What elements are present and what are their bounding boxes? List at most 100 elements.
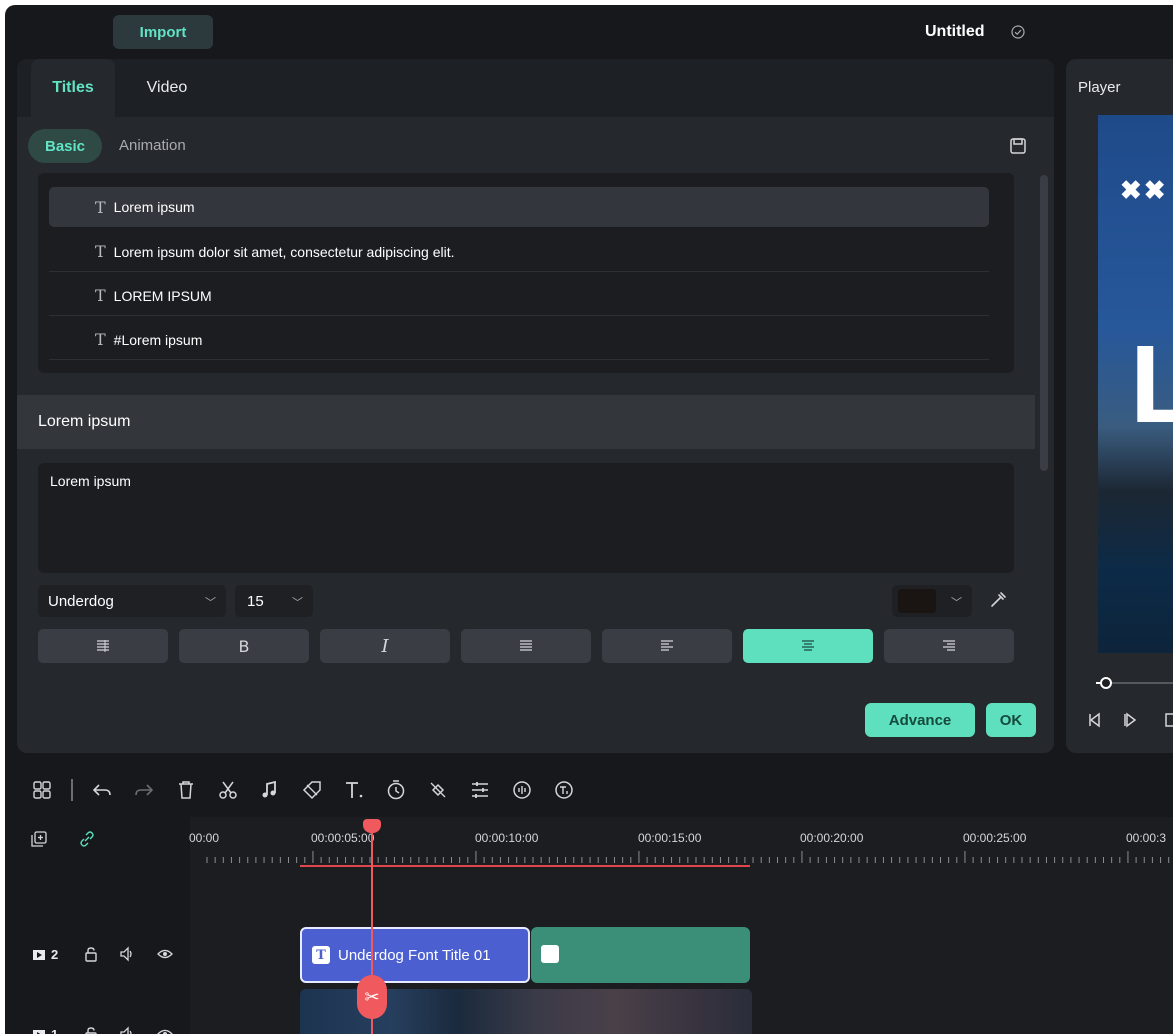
player-title: Player — [1078, 79, 1121, 96]
subtab-basic[interactable]: Basic — [28, 129, 102, 163]
preset-item[interactable]: T LOREM IPSUM — [49, 276, 989, 316]
panel-scrollbar[interactable] — [1040, 175, 1048, 471]
preset-item-label: Lorem ipsum — [113, 199, 195, 215]
timer-icon[interactable] — [385, 779, 407, 801]
player-panel: Player ✖✖ L — [1066, 59, 1173, 753]
layout-grid-icon[interactable] — [31, 779, 53, 801]
chevron-down-icon: ﹀ — [292, 597, 303, 609]
align-right-icon — [943, 640, 955, 651]
text-tool-icon[interactable] — [343, 779, 365, 801]
ruler-timecode: 00:00:15:00 — [638, 831, 702, 845]
track-number: 1 — [51, 1027, 58, 1034]
audio-icon[interactable] — [259, 779, 281, 801]
chevron-down-icon: ﹀ — [205, 597, 216, 609]
delete-icon[interactable] — [175, 779, 197, 801]
title-clip-icon: T — [312, 946, 330, 964]
advance-button[interactable]: Advance — [865, 703, 975, 737]
volume-icon[interactable] — [119, 946, 135, 962]
text-icon: T — [95, 286, 106, 305]
align-center-button[interactable] — [743, 629, 873, 663]
save-preset-icon[interactable] — [1009, 137, 1027, 155]
align-left-button[interactable] — [602, 629, 732, 663]
ruler-timecode: 00:00:3 — [1126, 831, 1167, 845]
undo-icon[interactable] — [91, 779, 113, 801]
align-right-button[interactable] — [884, 629, 1014, 663]
italic-button[interactable]: I — [320, 629, 450, 663]
bold-button[interactable]: B — [179, 629, 309, 663]
eye-icon[interactable] — [157, 1026, 173, 1034]
time-ruler-ticks[interactable] — [199, 851, 1173, 865]
font-dropdown[interactable]: Underdog ﹀ — [38, 585, 226, 617]
text-style-icon — [97, 640, 109, 652]
audio-effect-icon[interactable] — [511, 779, 533, 801]
lock-icon[interactable] — [83, 1026, 99, 1034]
eyedropper-icon[interactable] — [989, 591, 1007, 609]
title-clip-label: Underdog Font Title 01 — [338, 946, 491, 964]
ruler-timecode: 00:00:10:00 — [475, 831, 539, 845]
text-section-header[interactable]: Lorem ipsum — [17, 395, 1035, 449]
video-track-icon — [33, 1030, 45, 1034]
ruler-timecode: 00:00 — [189, 831, 220, 845]
preset-item[interactable]: T Lorem ipsum — [49, 187, 989, 227]
check-circle-icon — [1011, 25, 1025, 39]
redo-icon — [135, 784, 154, 796]
eye-icon[interactable] — [157, 946, 173, 962]
text-icon: T — [95, 197, 106, 217]
speech-to-text-icon[interactable] — [553, 779, 575, 801]
align-justify-icon — [520, 640, 532, 651]
next-frame-icon[interactable] — [1122, 711, 1140, 729]
tag-icon[interactable] — [301, 779, 323, 801]
keyframe-icon[interactable] — [427, 779, 449, 801]
volume-icon[interactable] — [119, 1026, 135, 1034]
preset-list: T Lorem ipsum T Lorem ipsum dolor sit am… — [38, 173, 1014, 373]
preset-item[interactable]: T Lorem ipsum dolor sit amet, consectetu… — [49, 232, 989, 272]
scissors-icon[interactable] — [217, 779, 239, 801]
track-headers: 2 1 — [5, 817, 190, 1034]
tab-titles[interactable]: Titles — [31, 59, 115, 117]
video-preview[interactable]: ✖✖ L — [1098, 115, 1173, 653]
playhead-handle[interactable] — [363, 819, 381, 833]
playback-scrubber-handle[interactable] — [1100, 677, 1112, 689]
link-icon[interactable] — [79, 831, 95, 847]
track-number: 2 — [51, 947, 59, 962]
preset-item-label: #Lorem ipsum — [113, 331, 203, 348]
color-dropdown[interactable]: ﹀ — [892, 585, 972, 617]
video-clip-icon — [541, 945, 559, 963]
previous-frame-icon[interactable] — [1086, 711, 1104, 729]
scissors-split-icon[interactable]: ✂ — [357, 975, 387, 1019]
lock-icon[interactable] — [83, 946, 99, 962]
preview-title-text: L — [1130, 323, 1173, 446]
preset-item-label: Lorem ipsum dolor sit amet, consectetur … — [113, 243, 455, 260]
timeline-toolbar — [5, 765, 1173, 817]
play-icon[interactable] — [1162, 711, 1173, 729]
project-title[interactable]: Untitled — [925, 23, 985, 41]
ruler-timecode: 00:00:25:00 — [963, 831, 1027, 845]
video-track-icon — [33, 950, 45, 960]
subtab-animation[interactable]: Animation — [119, 137, 186, 154]
adjust-sliders-icon[interactable] — [469, 779, 491, 801]
ruler-timecode: 00:00:05:00 — [311, 831, 375, 845]
title-text-input[interactable]: Lorem ipsum — [38, 463, 1014, 573]
preset-item[interactable]: T #Lorem ipsum — [49, 320, 989, 360]
title-edit-panel: Titles Video Basic Animation T Lorem ips… — [17, 59, 1054, 753]
preset-item-label: LOREM IPSUM — [113, 287, 212, 304]
selected-range-marker — [300, 865, 750, 867]
font-value: Underdog — [48, 592, 114, 610]
text-icon: T — [95, 242, 106, 261]
ok-button[interactable]: OK — [986, 703, 1036, 737]
font-size-value: 15 — [247, 592, 264, 610]
title-clip[interactable]: T Underdog Font Title 01 — [300, 927, 530, 983]
font-size-dropdown[interactable]: 15 ﹀ — [235, 585, 313, 617]
import-button[interactable]: Import — [113, 15, 213, 49]
align-left-icon — [661, 640, 673, 651]
video-clip[interactable] — [531, 927, 750, 983]
align-center-icon — [802, 640, 814, 651]
app-window: Import Untitled Titles Video Basic Anima… — [5, 5, 1173, 1034]
color-swatch — [898, 589, 936, 613]
tab-video[interactable]: Video — [127, 59, 207, 117]
preview-overlay-symbols: ✖✖ — [1120, 175, 1168, 205]
justify-button[interactable] — [461, 629, 591, 663]
add-track-icon[interactable] — [31, 831, 47, 847]
timeline[interactable]: 2 1 — [5, 817, 1173, 1034]
text-style-button[interactable] — [38, 629, 168, 663]
